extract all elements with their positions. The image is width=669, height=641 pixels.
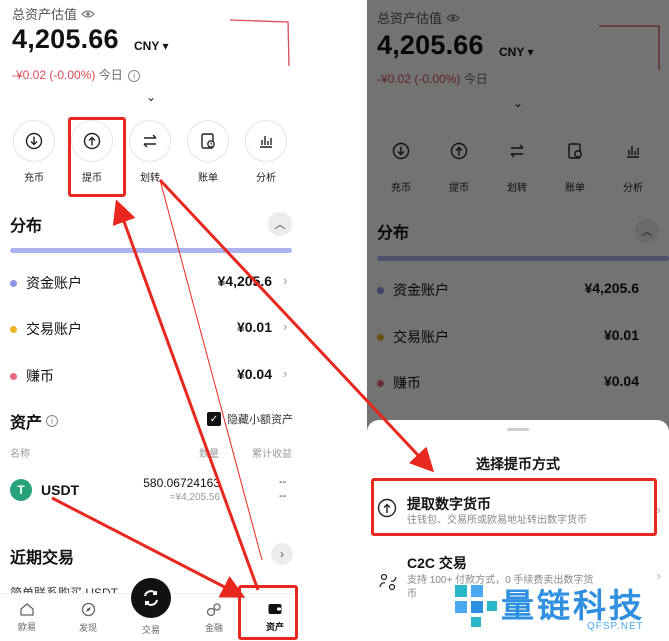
download-circle-icon — [13, 120, 55, 162]
tab-home[interactable]: 欧易 — [7, 602, 47, 633]
account-row-earn[interactable]: 赚币 — [10, 366, 54, 386]
account-row-funding[interactable]: 资金账户 — [10, 273, 82, 293]
analysis-button[interactable]: 分析 — [237, 120, 295, 184]
checkmark-icon: ✓ — [207, 412, 221, 426]
asset-screen-main: 总资产估值 4,205.66 CNY ▾ -¥0.02 (-0.00%) 今日 … — [0, 0, 302, 641]
assets-title: 资产 i — [10, 409, 59, 433]
home-icon — [20, 603, 34, 616]
bill-button[interactable]: 账单 — [179, 120, 237, 184]
c2c-exchange-icon — [379, 573, 397, 591]
account-value: ¥0.01 — [236, 319, 272, 335]
finance-bubbles-icon — [206, 603, 221, 617]
chevron-right-icon[interactable]: › — [283, 366, 287, 381]
account-value: ¥4,205.6 — [217, 273, 273, 289]
chevron-right-icon[interactable]: › — [271, 543, 293, 565]
sheet-drag-handle[interactable] — [507, 428, 529, 431]
asset-row-usdt[interactable]: T USDT 580.06724163 ≈¥4,205.56 -- -- — [0, 474, 302, 514]
info-icon[interactable]: i — [46, 415, 59, 427]
mini-trend-chart — [229, 19, 290, 67]
trade-swap-button[interactable] — [131, 578, 171, 618]
deposit-button[interactable]: 充币 — [5, 120, 63, 184]
sheet-title: 选择提币方式 — [476, 456, 560, 472]
currency-selector[interactable]: CNY ▾ — [134, 39, 168, 53]
action-row: 充币 提币 划转 账单 分析 — [5, 120, 295, 184]
chevron-up-icon[interactable]: ︿ — [268, 212, 292, 236]
swap-arrows-icon — [144, 590, 158, 606]
bar-chart-icon — [245, 120, 287, 162]
watermark-emblem-icon — [455, 585, 497, 627]
watermark-logo: 量链科技 QFSP.NET — [437, 575, 667, 635]
eye-icon[interactable] — [81, 9, 95, 19]
tab-discover[interactable]: 发现 — [68, 602, 108, 634]
chevron-right-icon: › — [656, 502, 661, 517]
total-assets-label: 总资产估值 — [12, 4, 95, 23]
asset-screen-with-sheet: 总资产估值 4,205.66 CNY ▾ -¥0.02 (-0.00%) 今日 … — [367, 0, 669, 641]
col-name: 名称 — [10, 449, 30, 460]
distribution-bar — [10, 248, 292, 253]
tether-icon: T — [10, 479, 32, 501]
account-row-trading[interactable]: 交易账户 — [10, 319, 82, 339]
total-assets-value: 4,205.66 — [12, 24, 119, 54]
highlight-box-assets-tab — [238, 585, 298, 640]
daily-change: -¥0.02 (-0.00%) 今日 i — [12, 66, 141, 83]
recent-trades-title: 近期交易 — [10, 550, 75, 567]
col-amount: 数量 — [199, 449, 219, 460]
info-icon[interactable]: i — [128, 70, 141, 82]
distribution-title: 分布 — [10, 218, 43, 235]
highlight-box-withdraw-crypto — [371, 478, 657, 536]
transfer-arrows-icon — [129, 120, 171, 162]
chevron-right-icon[interactable]: › — [283, 273, 287, 288]
bill-clock-icon — [187, 120, 229, 162]
expand-chevron-icon[interactable]: ⌄ — [146, 90, 156, 104]
hide-small-assets-checkbox[interactable]: ✓隐藏小额资产 — [207, 411, 293, 427]
col-pnl: 累计收益 — [252, 449, 292, 460]
account-value: ¥0.04 — [236, 366, 272, 382]
highlight-box-withdraw — [68, 117, 126, 197]
compass-icon — [81, 602, 95, 617]
chevron-right-icon[interactable]: › — [283, 319, 287, 334]
tab-trade[interactable]: 交易 — [131, 619, 171, 636]
transfer-button[interactable]: 划转 — [121, 120, 179, 184]
tab-finance[interactable]: 金融 — [194, 602, 234, 634]
